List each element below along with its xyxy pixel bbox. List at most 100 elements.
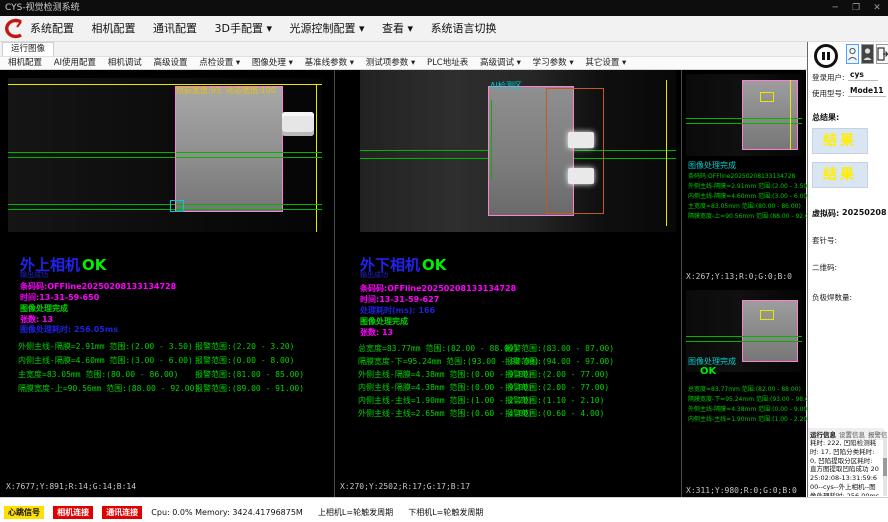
toolbar-test-params[interactable]: 测试项参数 ▾ bbox=[366, 58, 415, 68]
exit-door-icon bbox=[877, 45, 888, 63]
middle-ai-box bbox=[546, 88, 604, 214]
middle-frame-count: 张数: 13 bbox=[360, 327, 393, 338]
right-bottom-line-1: 总宽度=83.77mm 范围:(82.00 - 88.00) bbox=[688, 384, 801, 393]
toolbar-ai-usage[interactable]: AI使用配置 bbox=[54, 58, 96, 68]
heartbeat-badge: 心跳信号 bbox=[4, 506, 44, 519]
middle-alarm-6: 报警范围:(0.60 - 4.00) bbox=[505, 408, 604, 419]
left-sub-status: 输出成功 bbox=[20, 270, 48, 280]
exit-button[interactable] bbox=[876, 44, 888, 64]
camera-link-badge: 相机连接 bbox=[53, 506, 93, 519]
toolbar-other-settings[interactable]: 其它设置 ▾ bbox=[585, 58, 626, 68]
menu-item-light-config[interactable]: 光源控制配置 ▾ bbox=[290, 22, 365, 35]
right-bottom-line-3: 外侧主线-隔膜=4.38mm 范围:(0.00 - 9.00) bbox=[688, 404, 810, 413]
toolbar-plc-table[interactable]: PLC地址表 bbox=[427, 58, 468, 68]
menu-item-language[interactable]: 系统语言切换 bbox=[431, 22, 497, 35]
minimize-icon[interactable]: ─ bbox=[826, 0, 844, 16]
left-result-ok: OK bbox=[82, 256, 106, 274]
login-user-label: 登录用户: bbox=[812, 72, 845, 83]
middle-alarm-4: 报警范围:(2.00 - 77.00) bbox=[505, 382, 609, 393]
log-textbox[interactable]: 耗时: 222, 凹陷检测耗时: 17, 凹陷分类耗时: 0, 凹陷提取分区耗时… bbox=[808, 438, 882, 496]
menu-item-system-config[interactable]: 系统配置 bbox=[30, 22, 74, 35]
user-light-button[interactable] bbox=[846, 44, 859, 64]
middle-result-ok: OK bbox=[422, 256, 446, 274]
left-meas-4: 隔膜宽度-上=90.56mm 范围:(88.00 - 92.00) bbox=[18, 383, 199, 394]
maximize-icon[interactable]: ❐ bbox=[847, 0, 865, 16]
middle-camera-image[interactable]: AI检测区 bbox=[360, 70, 676, 232]
model-value[interactable]: Mode11 bbox=[848, 86, 886, 97]
middle-meas-1: 总宽度=83.77mm 范围:(82.00 - 88.00) bbox=[358, 343, 518, 354]
virtual-code-label: 虚拟码: bbox=[812, 208, 839, 219]
middle-process-ms: 处理耗时(ms): 166 bbox=[360, 305, 435, 316]
left-alarm-3: 报警范围:(81.00 - 85.00) bbox=[195, 369, 304, 380]
log-scrollbar[interactable] bbox=[883, 438, 887, 496]
user-icon bbox=[847, 45, 858, 63]
left-meas-2: 内侧主线-隔膜=4.60mm 范围:(3.00 - 6.00) bbox=[18, 355, 193, 366]
pause-button[interactable] bbox=[814, 44, 838, 68]
middle-alarm-2: 报警范围:(94.00 - 97.00) bbox=[505, 356, 614, 367]
left-process-done: 图像处理完成 bbox=[20, 303, 68, 314]
needle-label: 套针号: bbox=[812, 235, 837, 246]
status-bar: 心跳信号 相机连接 通讯连接 Cpu: 0.0% Memory: 3424.41… bbox=[0, 497, 888, 522]
menu-item-view[interactable]: 查看 ▾ bbox=[382, 22, 413, 35]
result-box-1: 结果 bbox=[812, 128, 868, 154]
left-camera-image[interactable]: 目前宽值:93, 动态宽值:100 bbox=[8, 78, 322, 232]
middle-process-done: 图像处理完成 bbox=[360, 316, 408, 327]
right-bottom-line-2: 隔膜宽度-下=95.24mm 范围:(93.00 - 98.00) bbox=[688, 394, 815, 403]
window-title: CYS-视觉检测系统 bbox=[5, 3, 80, 13]
middle-sub-status: 输出成功 bbox=[360, 270, 388, 280]
tab-run-image[interactable]: 运行图像 bbox=[2, 42, 54, 56]
left-alarm-2: 报警范围:(0.00 - 8.00) bbox=[195, 355, 294, 366]
left-meas-1: 外侧主线-隔膜=2.91mm 范围:(2.00 - 3.50) bbox=[18, 341, 193, 352]
left-pixel-coords: X:7677;Y:891;R:14;G:14;B:14 bbox=[6, 482, 136, 491]
menu-item-3d-config[interactable]: 3D手配置 ▾ bbox=[215, 22, 273, 35]
app-window: CYS-视觉检测系统 ─ ❐ ✕ 系统配置 相机配置 通讯配置 3D手配置 ▾ … bbox=[0, 0, 888, 522]
middle-barcode: 条码码:OFFline20250208133134728 bbox=[360, 283, 516, 294]
middle-bright-blob-2 bbox=[568, 168, 594, 184]
left-alarm-4: 报警范围:(89.00 - 91.00) bbox=[195, 383, 304, 394]
view-divider-2 bbox=[681, 70, 682, 497]
menu-item-camera-config[interactable]: 相机配置 bbox=[92, 22, 136, 35]
left-process-time: 图像处理耗时: 256.05ms bbox=[20, 324, 118, 335]
window-controls: ─ ❐ ✕ bbox=[826, 0, 886, 16]
menu-items: 系统配置 相机配置 通讯配置 3D手配置 ▾ 光源控制配置 ▾ 查看 ▾ 系统语… bbox=[30, 16, 511, 42]
right-top-line-1: 条码码:OFFline20250208133134728 bbox=[688, 171, 795, 180]
middle-bright-blob-1 bbox=[568, 132, 594, 148]
left-barcode: 条码码:OFFline20250208133134728 bbox=[20, 281, 176, 292]
right-top-pixel-coords: X:267;Y:13;R:0;G:0;B:0 bbox=[686, 272, 792, 281]
right-bottom-ok: OK bbox=[700, 366, 716, 377]
close-icon[interactable]: ✕ bbox=[868, 0, 886, 16]
total-result-label: 总结果: bbox=[812, 112, 839, 123]
toolbar-advanced-debug[interactable]: 高级调试 ▾ bbox=[480, 58, 521, 68]
left-alarm-1: 报警范围:(2.20 - 3.20) bbox=[195, 341, 294, 352]
middle-pixel-coords: X:270;Y:2502;R:17;G:17;B:17 bbox=[340, 482, 470, 491]
menu-item-comm-config[interactable]: 通讯配置 bbox=[153, 22, 197, 35]
result-box-2: 结果 bbox=[812, 162, 868, 188]
toolbar-learning-params[interactable]: 学习参数 ▾ bbox=[533, 58, 574, 68]
middle-alarm-3: 报警范围:(2.00 - 77.00) bbox=[505, 369, 609, 380]
model-label: 使用型号: bbox=[812, 88, 845, 99]
right-top-line-2: 外侧主线-隔膜=2.91mm 范围:(2.00 - 3.50) bbox=[688, 181, 810, 190]
left-time: 时间:13-31-59-650 bbox=[20, 292, 99, 303]
right-top-camera-image[interactable] bbox=[686, 74, 802, 156]
cpu-memory-text: Cpu: 0.0% Memory: 3424.41796875M bbox=[151, 508, 303, 517]
toolbar-camera-config[interactable]: 相机配置 bbox=[8, 58, 42, 68]
toolbar-camera-debug[interactable]: 相机调试 bbox=[108, 58, 142, 68]
user-dark-button[interactable] bbox=[861, 44, 874, 64]
right-bottom-line-4: 内侧主线-主线=1.90mm 范围:(1.00 - 2.20) bbox=[688, 414, 810, 423]
toolbar-image-processing[interactable]: 图像处理 ▾ bbox=[252, 58, 293, 68]
login-user-value[interactable]: cys bbox=[848, 70, 878, 81]
toolbar-baseline-params[interactable]: 基准线参数 ▾ bbox=[305, 58, 354, 68]
upper-camera-trigger-text: 上相机L=轮触发周期 bbox=[318, 507, 393, 518]
middle-time: 时间:13-31-59-627 bbox=[360, 294, 439, 305]
middle-alarm-1: 报警范围:(83.00 - 87.00) bbox=[505, 343, 614, 354]
title-bar: CYS-视觉检测系统 bbox=[0, 0, 888, 16]
app-logo-icon bbox=[4, 18, 26, 40]
toolbar-advanced-settings[interactable]: 高级设置 bbox=[153, 58, 187, 68]
right-top-line-4: 主宽度=83.05mm 范围:(80.00 - 86.00) bbox=[688, 201, 801, 210]
middle-alarm-5: 报警范围:(1.10 - 2.10) bbox=[505, 395, 604, 406]
right-top-line-5: 隔膜宽度-上=90.56mm 范围:(88.00 - 92.00) bbox=[688, 211, 815, 220]
left-overlay-text: 目前宽值:93, 动态宽值:100 bbox=[176, 85, 276, 96]
toolbar-spot-check[interactable]: 点检设置 ▾ bbox=[199, 58, 240, 68]
qr-code-label: 二维码: bbox=[812, 262, 837, 273]
neg-count-label: 负极焊数量: bbox=[812, 292, 852, 303]
